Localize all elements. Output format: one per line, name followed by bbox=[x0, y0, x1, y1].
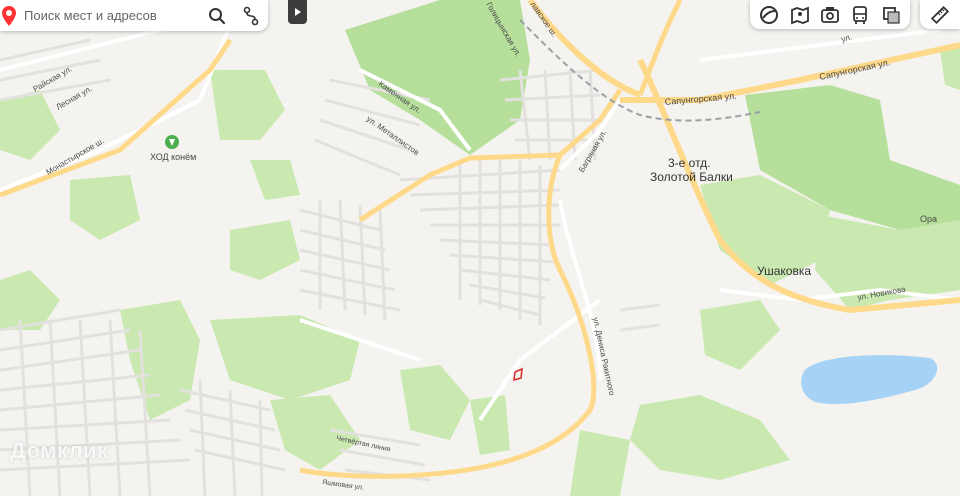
panorama-icon bbox=[790, 6, 809, 24]
ruler-button[interactable] bbox=[920, 0, 960, 29]
watermark-logo: Домклик bbox=[10, 438, 109, 464]
search-icon bbox=[209, 7, 226, 24]
play-arrow-icon bbox=[294, 8, 301, 16]
location-pin-icon bbox=[2, 5, 16, 26]
satellite-button[interactable] bbox=[756, 2, 782, 28]
search-input[interactable] bbox=[22, 7, 196, 24]
camera-icon bbox=[821, 6, 839, 23]
layers-button[interactable] bbox=[878, 2, 904, 28]
transit-icon bbox=[853, 5, 868, 24]
place-label-ushakovka: Ушаковка bbox=[757, 264, 811, 278]
khod-poi-icon[interactable] bbox=[165, 135, 179, 149]
route-icon bbox=[243, 6, 259, 25]
search-bar bbox=[0, 0, 268, 31]
place-label-golden-balka-2: Золотой Балки bbox=[650, 170, 733, 184]
place-label-khod: ХОД конём bbox=[150, 152, 196, 162]
place-label-golden-balka-1: 3-е отд. bbox=[668, 156, 711, 170]
layers-icon bbox=[882, 6, 900, 24]
route-button[interactable] bbox=[238, 3, 264, 29]
ruler-icon bbox=[930, 5, 950, 24]
layer-controls bbox=[750, 0, 910, 29]
panorama-button[interactable] bbox=[787, 2, 813, 28]
camera-button[interactable] bbox=[817, 2, 843, 28]
transit-button[interactable] bbox=[847, 2, 873, 28]
search-button[interactable] bbox=[204, 3, 230, 29]
watermark-text: Домклик bbox=[10, 438, 109, 463]
map-canvas[interactable]: 3-е отд. Золотой Балки Ушаковка ХОД конё… bbox=[0, 0, 960, 496]
satellite-icon bbox=[760, 5, 779, 24]
panel-toggle-button[interactable] bbox=[288, 0, 307, 24]
street-ora: Ора bbox=[920, 214, 937, 224]
